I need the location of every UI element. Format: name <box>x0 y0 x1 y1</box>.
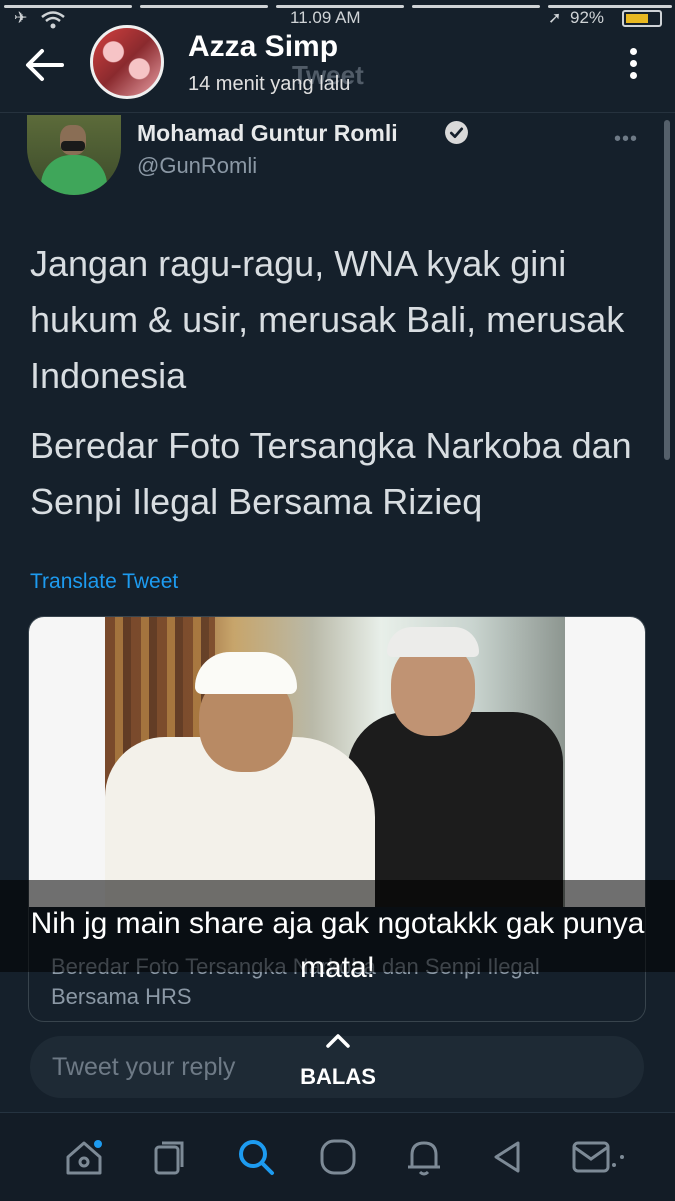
tweet-author-handle[interactable]: @GunRomli <box>137 153 257 179</box>
clock-time: 11.09 AM <box>290 8 361 27</box>
tweet-text-paragraph: Beredar Foto Tersangka Narkoba dan Senpi… <box>30 425 632 522</box>
wifi-icon <box>41 11 65 29</box>
scrollbar[interactable] <box>664 120 670 460</box>
tweet-text-paragraph: Jangan ragu-ragu, WNA kyak gini hukum & … <box>30 243 625 396</box>
chevron-up-icon[interactable] <box>322 1030 354 1052</box>
story-timestamp: 14 menit yang lalu <box>188 73 351 95</box>
location-arrow-icon: ➚ <box>548 10 562 27</box>
bottom-navigation <box>0 1112 675 1201</box>
topics-icon[interactable] <box>148 1135 192 1179</box>
battery-percent: 92% <box>570 8 605 27</box>
story-caption: Nih jg main share aja gak ngotakkk gak p… <box>30 907 645 984</box>
story-progress-segment <box>548 5 672 8</box>
reply-button[interactable]: BALAS <box>300 1064 376 1090</box>
card-photo <box>29 617 645 907</box>
search-icon[interactable] <box>234 1135 278 1179</box>
story-username[interactable]: Azza Simp <box>188 30 338 64</box>
story-progress-segment <box>140 5 268 8</box>
reply-placeholder: Tweet your reply <box>52 1053 236 1081</box>
back-arrow-icon[interactable] <box>22 42 68 88</box>
spaces-icon[interactable] <box>316 1135 360 1179</box>
tweet-body: Jangan ragu-ragu, WNA kyak gini hukum & … <box>30 236 650 530</box>
more-options-icon[interactable] <box>622 44 644 84</box>
tweet-more-icon[interactable]: ••• <box>614 128 638 151</box>
home-icon[interactable] <box>62 1135 106 1179</box>
notifications-icon[interactable] <box>402 1135 446 1179</box>
tweet-author-avatar[interactable] <box>27 115 121 195</box>
story-progress-segment <box>412 5 540 8</box>
battery-icon <box>622 10 662 27</box>
messages-icon[interactable] <box>570 1135 630 1179</box>
verified-badge-icon <box>445 121 468 144</box>
header-divider <box>0 112 675 113</box>
avatar[interactable] <box>90 25 164 99</box>
status-bar: ✈ 11.09 AM ➚ 92% <box>0 0 675 34</box>
tweet-author-name[interactable]: Mohamad Guntur Romli <box>137 120 398 147</box>
translate-tweet-link[interactable]: Translate Tweet <box>30 570 178 594</box>
airplane-icon: ✈ <box>14 10 28 27</box>
back-triangle-icon[interactable] <box>486 1135 530 1179</box>
